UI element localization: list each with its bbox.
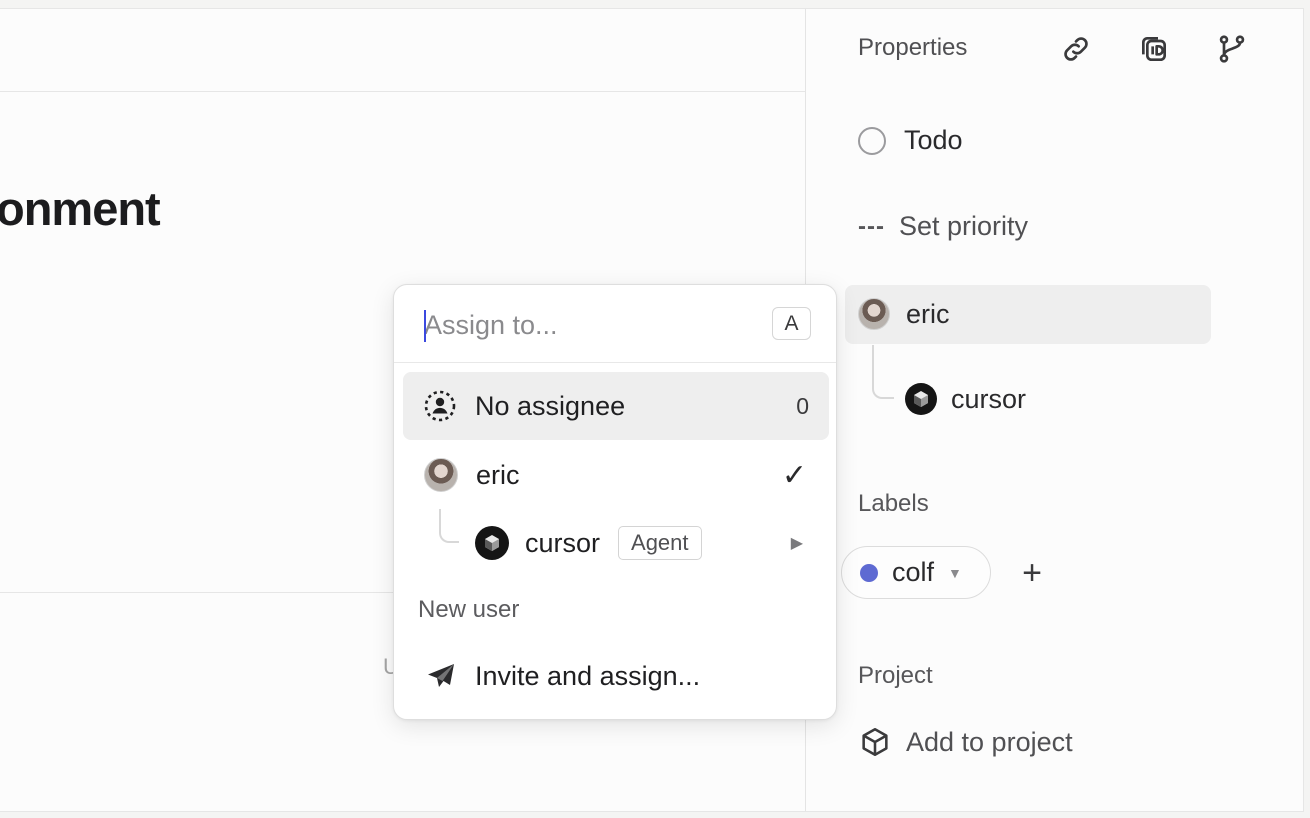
properties-title: Properties <box>858 34 968 61</box>
submenu-arrow-icon[interactable]: ▶ <box>791 533 803 553</box>
assignee-row[interactable]: eric <box>858 298 950 330</box>
labels-title: Labels <box>858 490 929 517</box>
git-branch-icon[interactable] <box>1216 33 1248 65</box>
priority-label: Set priority <box>898 211 1029 241</box>
status-circle-icon <box>858 126 886 155</box>
checkmark-icon: ✓ <box>781 458 807 492</box>
delegate-name: cursor <box>951 383 1027 414</box>
agent-badge: Agent <box>618 526 702 560</box>
cursor-agent-icon <box>475 526 509 560</box>
paper-plane-icon <box>425 660 457 692</box>
no-assignee-count: 0 <box>796 392 809 419</box>
label-chip-colf[interactable]: colf ▼ <box>841 546 991 599</box>
eric-avatar <box>424 458 458 492</box>
link-icon[interactable] <box>1060 33 1092 65</box>
no-priority-icon: --- <box>858 212 885 240</box>
priority-property[interactable]: --- Set priority <box>858 211 1028 242</box>
no-assignee-icon <box>423 389 457 423</box>
delegate-row[interactable]: cursor <box>905 383 1026 415</box>
assign-search-bar: A <box>394 285 836 363</box>
status-label: Todo <box>904 125 963 155</box>
cursor-agent-icon <box>905 383 937 415</box>
issue-title[interactable]: onment <box>0 181 161 236</box>
issue-header-bar <box>0 9 805 92</box>
label-color-dot <box>860 563 878 582</box>
invite-label: Invite and assign... <box>475 660 701 691</box>
assignee-name: eric <box>906 298 950 329</box>
shortcut-key-badge: A <box>772 307 811 340</box>
no-assignee-label: No assignee <box>475 390 626 421</box>
label-name: colf <box>892 557 935 587</box>
status-property[interactable]: Todo <box>858 125 963 156</box>
app-window: onment U Properties Todo --- Set priorit… <box>0 8 1304 812</box>
agent-name: cursor <box>525 527 601 558</box>
project-title: Project <box>858 662 933 689</box>
text-cursor <box>424 310 426 342</box>
chevron-down-icon: ▼ <box>948 564 962 581</box>
no-assignee-option[interactable]: No assignee 0 <box>403 372 829 440</box>
properties-sidebar: Properties Todo --- Set priority eric cu… <box>806 9 1304 811</box>
delegate-connector <box>872 345 894 399</box>
assign-dropdown: A No assignee 0 eric ✓ cursor A <box>393 284 837 720</box>
add-to-project-label: Add to project <box>906 726 1073 757</box>
add-to-project-button[interactable]: Add to project <box>858 725 1073 759</box>
user-name: eric <box>476 459 520 490</box>
new-user-section-title: New user <box>418 596 520 623</box>
cube-icon <box>858 725 892 759</box>
agent-option-cursor[interactable]: cursor Agent ▶ <box>403 509 829 577</box>
eric-avatar <box>858 298 890 330</box>
invite-and-assign-option[interactable]: Invite and assign... <box>403 642 829 710</box>
copy-id-icon[interactable] <box>1138 33 1170 65</box>
assign-search-input[interactable] <box>424 303 754 347</box>
add-label-button[interactable]: + <box>1014 553 1050 593</box>
user-option-eric[interactable]: eric ✓ <box>403 441 829 509</box>
